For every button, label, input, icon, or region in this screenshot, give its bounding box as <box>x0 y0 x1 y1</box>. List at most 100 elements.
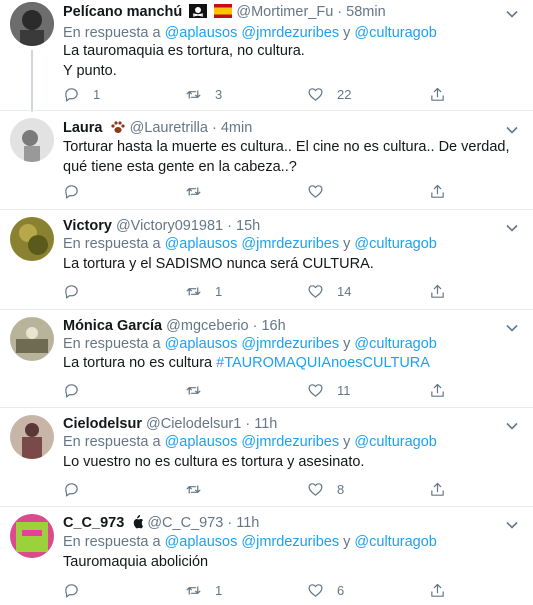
timestamp[interactable]: 4min <box>221 120 252 136</box>
reply-button[interactable] <box>63 580 93 600</box>
mention-link[interactable]: @aplausos <box>165 534 238 550</box>
like-button[interactable]: 22 <box>307 84 351 104</box>
timestamp[interactable]: 11h <box>254 416 277 432</box>
retweet-button[interactable]: 3 <box>185 84 222 104</box>
tweet[interactable]: Mónica García @mgceberio · 16h En respue… <box>0 310 533 407</box>
retweet-button[interactable] <box>185 380 215 400</box>
like-button[interactable]: 8 <box>307 479 344 499</box>
retweet-icon <box>186 585 201 595</box>
chevron-down-icon[interactable] <box>505 123 519 137</box>
user-handle[interactable]: @Mortimer_Fu <box>236 4 333 20</box>
reply-button[interactable] <box>63 181 93 201</box>
tweet[interactable]: C_C_973 @C_C_973 · 11h En respuesta a @a… <box>0 507 533 605</box>
timestamp[interactable]: 15h <box>236 218 260 234</box>
user-handle[interactable]: @C_C_973 <box>147 515 223 531</box>
share-button[interactable] <box>429 84 446 104</box>
tweet-text: Torturar hasta la muerte es cultura.. El… <box>63 137 523 177</box>
reply-button[interactable] <box>63 281 93 301</box>
reply-icon <box>65 482 78 496</box>
mention-link[interactable]: @aplausos <box>165 236 238 252</box>
like-count: 14 <box>337 283 352 299</box>
display-name[interactable]: Laura <box>63 120 103 136</box>
display-name[interactable]: Mónica García <box>63 318 162 334</box>
like-button[interactable]: 14 <box>307 281 351 301</box>
reply-button[interactable] <box>63 479 93 499</box>
tweet[interactable]: Victory @Victory091981 · 15h En respuest… <box>0 210 533 309</box>
reply-prefix: En respuesta a <box>63 336 161 352</box>
timestamp[interactable]: 58min <box>346 4 386 20</box>
tweet[interactable]: Cielodelsur @Cielodelsur1 · 11h En respu… <box>0 408 533 506</box>
display-name[interactable]: C_C_973 <box>63 515 124 531</box>
mention-link[interactable]: @aplausos <box>165 434 238 450</box>
hashtag-link[interactable]: #TAUROMAQUIAnoesCULTURA <box>216 355 430 371</box>
spain-flag-icon <box>214 4 233 24</box>
tweet[interactable]: Pelícano manchú @Mortimer_Fu · 58min En … <box>0 0 533 112</box>
tweet-actions: 1 14 <box>63 281 463 301</box>
reply-context: En respuesta a @aplausos @jmrdezuribes y… <box>63 432 437 452</box>
mention-link[interactable]: @culturagob <box>354 534 436 550</box>
retweet-button[interactable]: 1 <box>185 580 222 600</box>
share-button[interactable] <box>429 580 446 600</box>
reply-count: 1 <box>93 86 101 102</box>
chevron-down-icon[interactable] <box>505 321 519 335</box>
share-icon <box>431 583 444 597</box>
tweet-text-line: qué tiene esta gente en la cabeza..? <box>63 159 297 175</box>
like-button[interactable]: 6 <box>307 580 344 600</box>
like-button[interactable] <box>307 181 337 201</box>
separator-dot: · <box>211 120 217 136</box>
share-icon <box>431 482 444 496</box>
mention-link[interactable]: @aplausos <box>165 25 238 41</box>
reply-button[interactable]: 1 <box>63 84 100 104</box>
reply-icon <box>65 284 78 298</box>
display-name[interactable]: Victory <box>63 218 112 234</box>
retweet-button[interactable]: 1 <box>185 281 222 301</box>
retweet-icon <box>186 286 201 296</box>
retweet-count: 1 <box>215 582 223 598</box>
display-name[interactable]: Cielodelsur <box>63 416 142 432</box>
mention-link[interactable]: @culturagob <box>354 236 436 252</box>
tweet-text: La tortura y el SADISMO nunca será CULTU… <box>63 254 523 274</box>
chevron-down-icon[interactable] <box>505 518 519 532</box>
timestamp[interactable]: 16h <box>261 318 285 334</box>
share-button[interactable] <box>429 380 446 400</box>
reply-context: En respuesta a @aplausos @jmrdezuribes y… <box>63 334 437 354</box>
share-button[interactable] <box>429 281 446 301</box>
like-button[interactable]: 11 <box>307 380 351 400</box>
avatar[interactable] <box>10 415 54 459</box>
timestamp[interactable]: 11h <box>236 515 259 531</box>
mention-link[interactable]: @jmrdezuribes <box>241 336 339 352</box>
share-button[interactable] <box>429 181 446 201</box>
user-handle[interactable]: @mgceberio <box>166 318 248 334</box>
share-button[interactable] <box>429 479 446 499</box>
retweet-button[interactable] <box>185 479 215 499</box>
user-handle[interactable]: @Cielodelsur1 <box>146 416 241 432</box>
avatar[interactable] <box>10 2 54 46</box>
user-handle[interactable]: @Victory091981 <box>116 218 223 234</box>
avatar[interactable] <box>10 118 54 162</box>
avatar[interactable] <box>10 317 54 361</box>
reply-prefix: En respuesta a <box>63 434 161 450</box>
chevron-down-icon[interactable] <box>505 221 519 235</box>
retweet-icon <box>186 385 201 395</box>
separator-dot: · <box>227 515 233 531</box>
mention-link[interactable]: @culturagob <box>354 25 436 41</box>
mention-link[interactable]: @jmrdezuribes <box>241 534 339 550</box>
mention-link[interactable]: @aplausos <box>165 336 238 352</box>
mention-link[interactable]: @jmrdezuribes <box>241 236 339 252</box>
mention-link[interactable]: @jmrdezuribes <box>241 434 339 450</box>
mention-link[interactable]: @culturagob <box>354 336 436 352</box>
display-name[interactable]: Pelícano manchú <box>63 4 182 20</box>
reply-button[interactable] <box>63 380 93 400</box>
heart-icon <box>308 184 323 198</box>
retweet-button[interactable] <box>185 181 215 201</box>
avatar[interactable] <box>10 217 54 261</box>
tweet-header: Cielodelsur @Cielodelsur1 · 11h <box>63 414 277 434</box>
chevron-down-icon[interactable] <box>505 7 519 21</box>
mention-link[interactable]: @jmrdezuribes <box>241 25 339 41</box>
tweet[interactable]: Laura @Lauretrilla · 4min Torturar hasta… <box>0 111 533 209</box>
avatar[interactable] <box>10 514 54 558</box>
share-icon <box>431 184 444 198</box>
chevron-down-icon[interactable] <box>505 419 519 433</box>
mention-link[interactable]: @culturagob <box>354 434 436 450</box>
user-handle[interactable]: @Lauretrilla <box>130 120 208 136</box>
